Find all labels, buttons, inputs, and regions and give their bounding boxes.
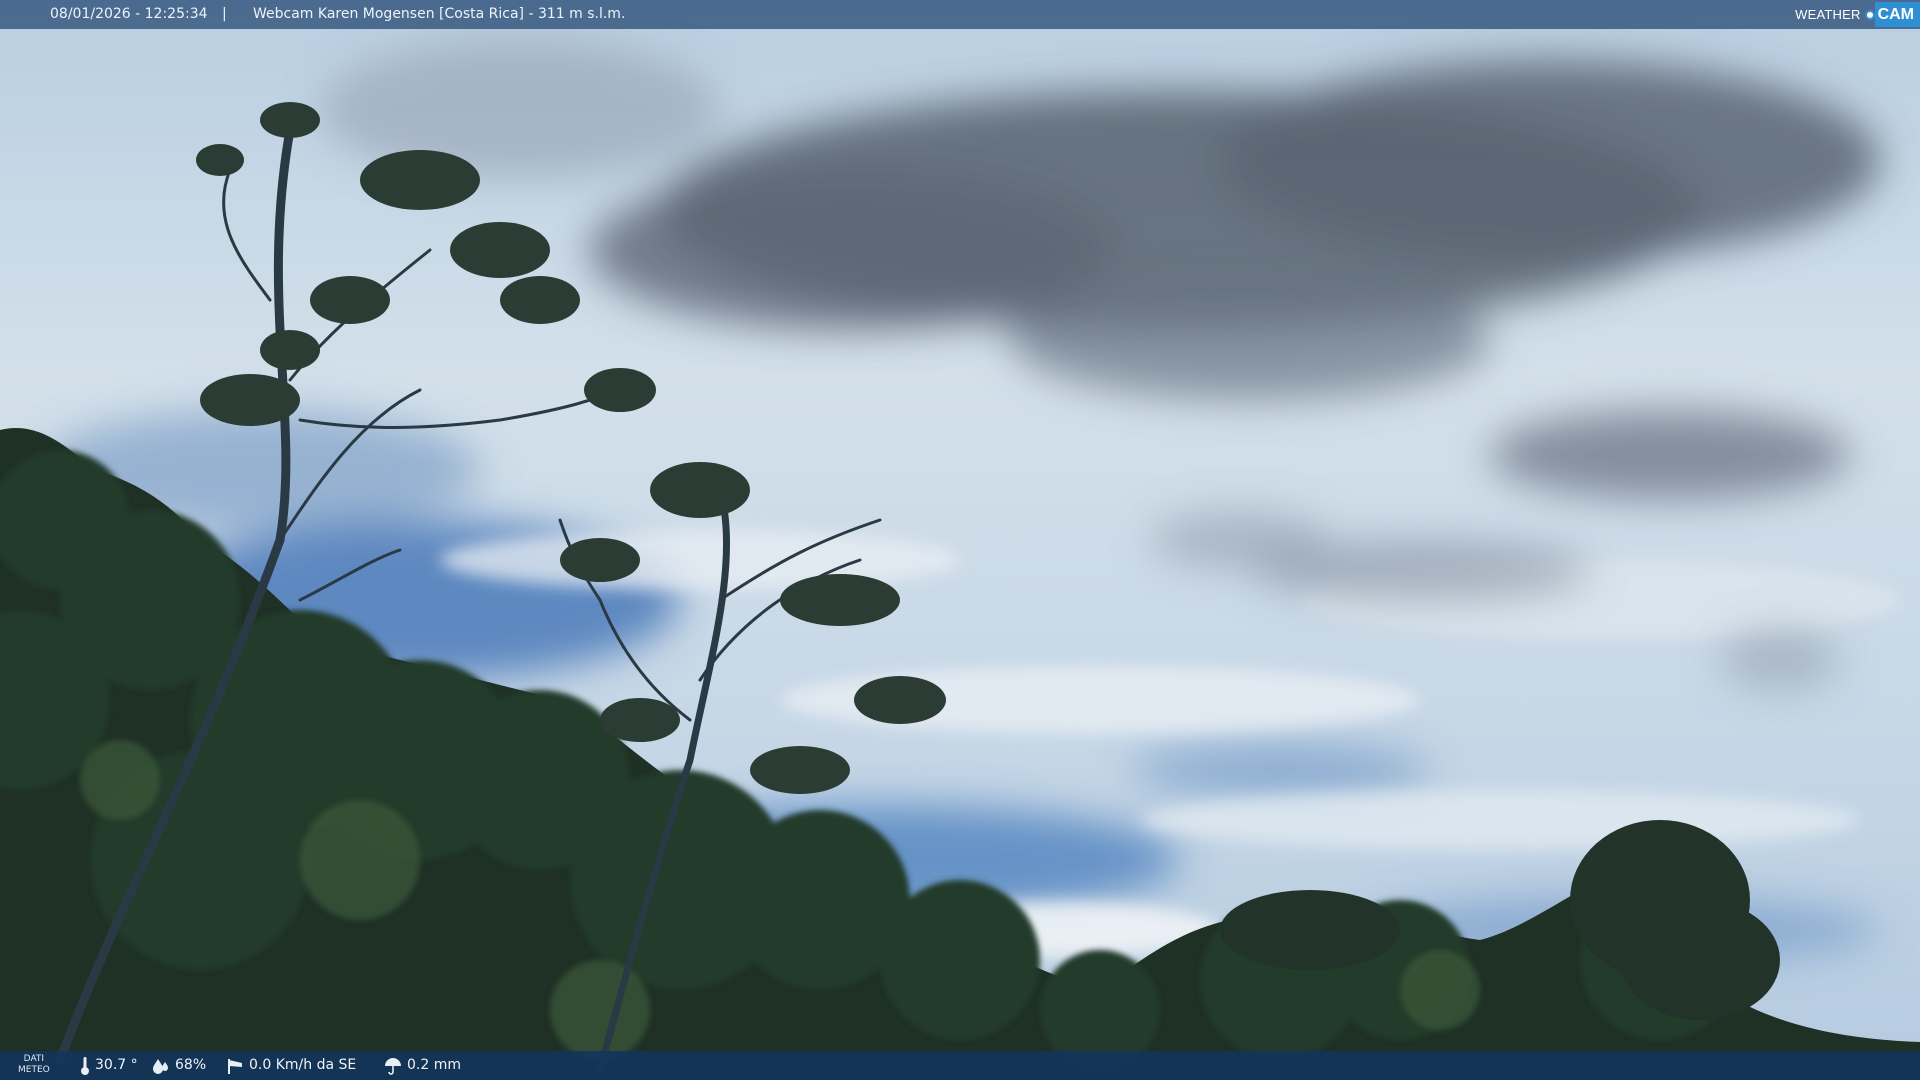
humidity-reading: 68% [152, 1051, 206, 1080]
humidity-drop-icon [152, 1058, 170, 1074]
meteo-label-line2: METEO [18, 1065, 50, 1075]
wind-reading: 0.0 Km/h da SE [226, 1051, 356, 1080]
meteo-label-line1: DATI [23, 1054, 45, 1064]
camera-title: Webcam Karen Mogensen [Costa Rica] - 311… [253, 6, 626, 22]
header-bar: 08/01/2026 - 12:25:34 | Webcam Karen Mog… [0, 0, 1920, 29]
temperature-value: 30.7 ° [95, 1057, 138, 1073]
rain-umbrella-icon [384, 1057, 402, 1075]
timestamp: 08/01/2026 - 12:25:34 [50, 6, 208, 22]
humidity-value: 68% [175, 1057, 207, 1073]
meteo-label: DATI METEO [18, 1054, 50, 1076]
weather-bar: DATI METEO 30.7 ° 68% 0.0 Km/h da SE 0.2… [0, 1051, 1920, 1080]
brand-weather-text: WEATHER [1795, 7, 1861, 22]
wind-value: 0.0 Km/h da SE [249, 1057, 357, 1073]
wind-sock-icon [226, 1057, 244, 1075]
weathercam-logo: WEATHER CAM [1795, 0, 1920, 29]
rain-value: 0.2 mm [407, 1057, 461, 1073]
header-separator: | [222, 6, 227, 22]
temperature-reading: 30.7 ° [80, 1051, 138, 1080]
brand-cam-text: CAM [1874, 2, 1920, 27]
rain-reading: 0.2 mm [384, 1051, 461, 1080]
brand-dot-icon [1864, 9, 1875, 20]
webcam-image [0, 0, 1920, 1080]
thermometer-icon [80, 1056, 90, 1076]
